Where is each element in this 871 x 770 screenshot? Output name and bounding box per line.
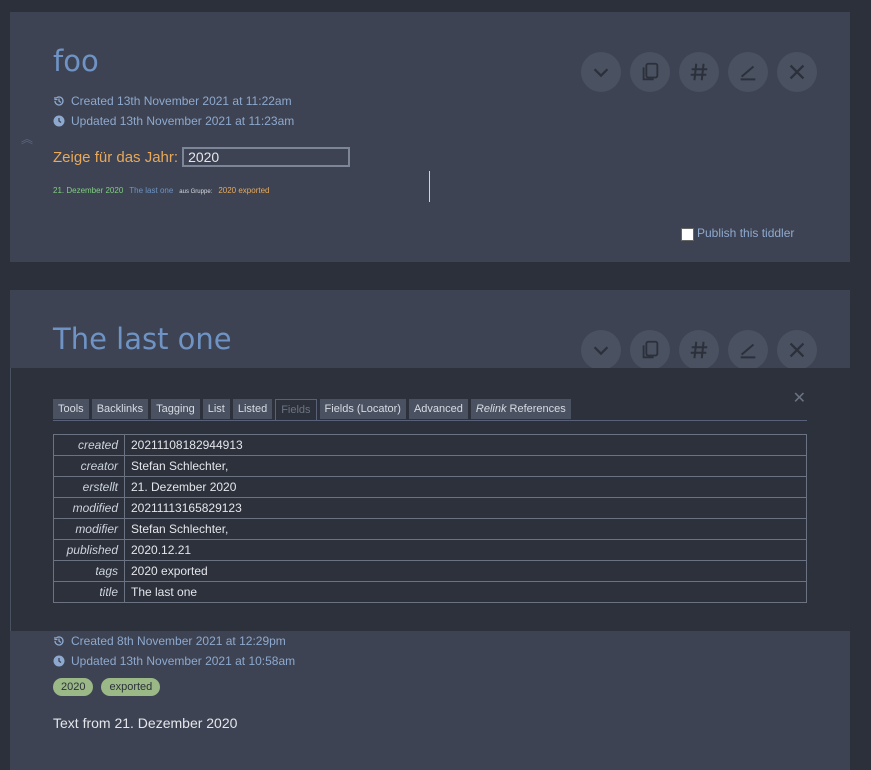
close-icon	[789, 64, 805, 80]
table-row: created 20211108182944913	[53, 434, 807, 456]
table-row: modified 20211113165829123	[53, 497, 807, 519]
clone-icon	[642, 62, 659, 81]
tab-fields-locator[interactable]: Fields (Locator)	[319, 399, 406, 419]
list-item-link[interactable]: The last one	[129, 186, 173, 195]
double-chevron-up-icon[interactable]: ︽	[21, 130, 33, 147]
field-value: Stefan Schlechter,	[124, 455, 807, 477]
table-row: title The last one	[53, 581, 807, 603]
tag-pill[interactable]: exported	[101, 678, 161, 696]
tiddler-title[interactable]: The last one	[53, 322, 232, 356]
publish-toggle[interactable]: Publish this tiddler	[681, 225, 794, 241]
history-icon	[54, 96, 64, 106]
list-item-tags: 2020 exported	[218, 186, 270, 195]
table-row: published 2020.12.21	[53, 539, 807, 561]
tag-pill[interactable]: 2020	[53, 678, 94, 696]
table-row: tags 2020 exported	[53, 560, 807, 582]
history-icon	[54, 636, 64, 646]
field-key: created	[53, 434, 125, 456]
clock-icon	[53, 115, 65, 127]
tab-backlinks[interactable]: Backlinks	[91, 399, 149, 419]
tab-advanced[interactable]: Advanced	[408, 399, 468, 419]
tab-listed[interactable]: Listed	[232, 399, 273, 419]
tiddler-toolbar	[581, 330, 817, 370]
tiddler-body: Text from 21. Dezember 2020	[53, 715, 238, 731]
close-icon	[789, 342, 805, 358]
field-key: erstellt	[53, 476, 125, 498]
field-key: modified	[53, 497, 125, 519]
updated-row: Updated 13th November 2021 at 10:58am	[53, 651, 295, 671]
chevron-down-icon	[593, 346, 609, 356]
field-value: The last one	[124, 581, 807, 603]
table-row: creator Stefan Schlechter,	[53, 455, 807, 477]
tab-relink-references[interactable]: Relink References	[470, 399, 571, 419]
close-button[interactable]	[777, 52, 817, 92]
close-button[interactable]	[777, 330, 817, 370]
list-item: 21. Dezember 2020 The last one aus Grupp…	[53, 186, 269, 195]
created-row: Created 8th November 2021 at 12:29pm	[53, 631, 295, 651]
tiddler-the-last-one: The last one ✕ Tools Backlinks Tagging L…	[10, 290, 850, 770]
year-input[interactable]	[182, 147, 351, 167]
info-panel: ✕ Tools Backlinks Tagging List Listed Fi…	[10, 368, 850, 631]
tab-relink-rest: References	[509, 403, 566, 415]
field-value: 21. Dezember 2020	[124, 476, 807, 498]
edit-icon	[740, 65, 756, 81]
publish-label[interactable]: Publish this tiddler	[697, 226, 794, 240]
tab-tools[interactable]: Tools	[53, 399, 89, 419]
field-key: title	[53, 581, 125, 603]
tab-tagging[interactable]: Tagging	[151, 399, 200, 419]
edit-button[interactable]	[728, 330, 768, 370]
created-text: Created 13th November 2021 at 11:22am	[71, 94, 292, 108]
chevron-down-icon	[593, 68, 609, 78]
updated-row: Updated 13th November 2021 at 11:23am	[53, 111, 294, 131]
list-item-date: 21. Dezember 2020	[53, 186, 124, 195]
clock-icon	[53, 655, 65, 667]
field-key: creator	[53, 455, 125, 477]
field-key: modifier	[53, 518, 125, 540]
table-row: modifier Stefan Schlechter,	[53, 518, 807, 540]
tab-list[interactable]: List	[202, 399, 230, 419]
year-filter: Zeige für das Jahr:	[53, 147, 351, 167]
text-cursor	[429, 171, 430, 202]
hash-icon	[690, 63, 708, 81]
list-item-group-label: aus Gruppe:	[179, 189, 213, 195]
more-button[interactable]	[581, 330, 621, 370]
tab-fields[interactable]: Fields	[275, 399, 317, 420]
fields-table: created 20211108182944913 creator Stefan S…	[53, 434, 807, 603]
tiddler-meta: Created 13th November 2021 at 11:22am Up…	[53, 91, 294, 131]
edit-button[interactable]	[728, 52, 768, 92]
tiddler-meta: Created 8th November 2021 at 12:29pm Upd…	[53, 631, 295, 671]
tag-button[interactable]	[679, 330, 719, 370]
edit-icon	[740, 343, 756, 359]
created-row: Created 13th November 2021 at 11:22am	[53, 91, 294, 111]
year-label: Zeige für das Jahr:	[53, 148, 179, 166]
tiddler-title[interactable]: foo	[53, 44, 99, 78]
field-value: 2020.12.21	[124, 539, 807, 561]
clone-icon	[642, 340, 659, 359]
more-button[interactable]	[581, 52, 621, 92]
field-value: 2020 exported	[124, 560, 807, 582]
updated-text: Updated 13th November 2021 at 10:58am	[71, 654, 296, 668]
info-tabs: Tools Backlinks Tagging List Listed Fiel…	[53, 399, 807, 421]
tab-relink-italic: Relink	[475, 403, 507, 415]
updated-text: Updated 13th November 2021 at 11:23am	[71, 114, 295, 128]
tiddler-foo: foo Created 13th November 2021 at 11:22a…	[10, 12, 850, 262]
tiddler-toolbar	[581, 52, 817, 92]
clone-button[interactable]	[630, 52, 670, 92]
table-row: erstellt 21. Dezember 2020	[53, 476, 807, 498]
publish-checkbox[interactable]	[681, 228, 694, 241]
field-value: 20211108182944913	[124, 434, 807, 456]
field-key: tags	[53, 560, 125, 582]
field-key: published	[53, 539, 125, 561]
created-text: Created 8th November 2021 at 12:29pm	[71, 634, 286, 648]
hash-icon	[690, 341, 708, 359]
tag-list: 2020 exported	[53, 678, 161, 696]
field-value: 20211113165829123	[124, 497, 807, 519]
clone-button[interactable]	[630, 330, 670, 370]
field-value: Stefan Schlechter,	[124, 518, 807, 540]
tag-button[interactable]	[679, 52, 719, 92]
